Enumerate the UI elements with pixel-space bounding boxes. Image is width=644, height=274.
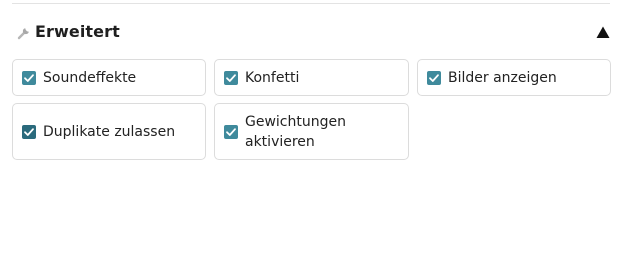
option-label: Bilder anzeigen — [448, 69, 557, 86]
option-label: Gewichtungen aktivieren — [245, 113, 346, 150]
option-label: Soundeffekte — [43, 69, 137, 86]
option-konfetti[interactable]: Konfetti — [214, 59, 409, 96]
wrench-icon — [16, 25, 32, 41]
section-title: Erweitert — [35, 22, 120, 41]
advanced-section-header[interactable]: Erweitert — [14, 20, 612, 46]
option-label: Konfetti — [245, 69, 300, 86]
advanced-options-grid: Soundeffekte Konfetti Bilder anzeigen Du… — [12, 59, 611, 160]
checkbox[interactable] — [224, 70, 238, 85]
option-duplikate-zulassen[interactable]: Duplikate zulassen — [12, 103, 206, 160]
option-bilder-anzeigen[interactable]: Bilder anzeigen — [417, 59, 611, 96]
checkbox[interactable] — [224, 124, 238, 139]
checkbox[interactable] — [22, 124, 36, 139]
option-soundeffekte[interactable]: Soundeffekte — [12, 59, 206, 96]
section-divider — [12, 3, 610, 4]
checkbox[interactable] — [22, 70, 36, 85]
triangle-up-icon[interactable] — [594, 23, 612, 41]
checkbox[interactable] — [427, 70, 441, 85]
option-gewichtungen-aktivieren[interactable]: Gewichtungen aktivieren — [214, 103, 409, 160]
option-label: Duplikate zulassen — [43, 123, 176, 140]
